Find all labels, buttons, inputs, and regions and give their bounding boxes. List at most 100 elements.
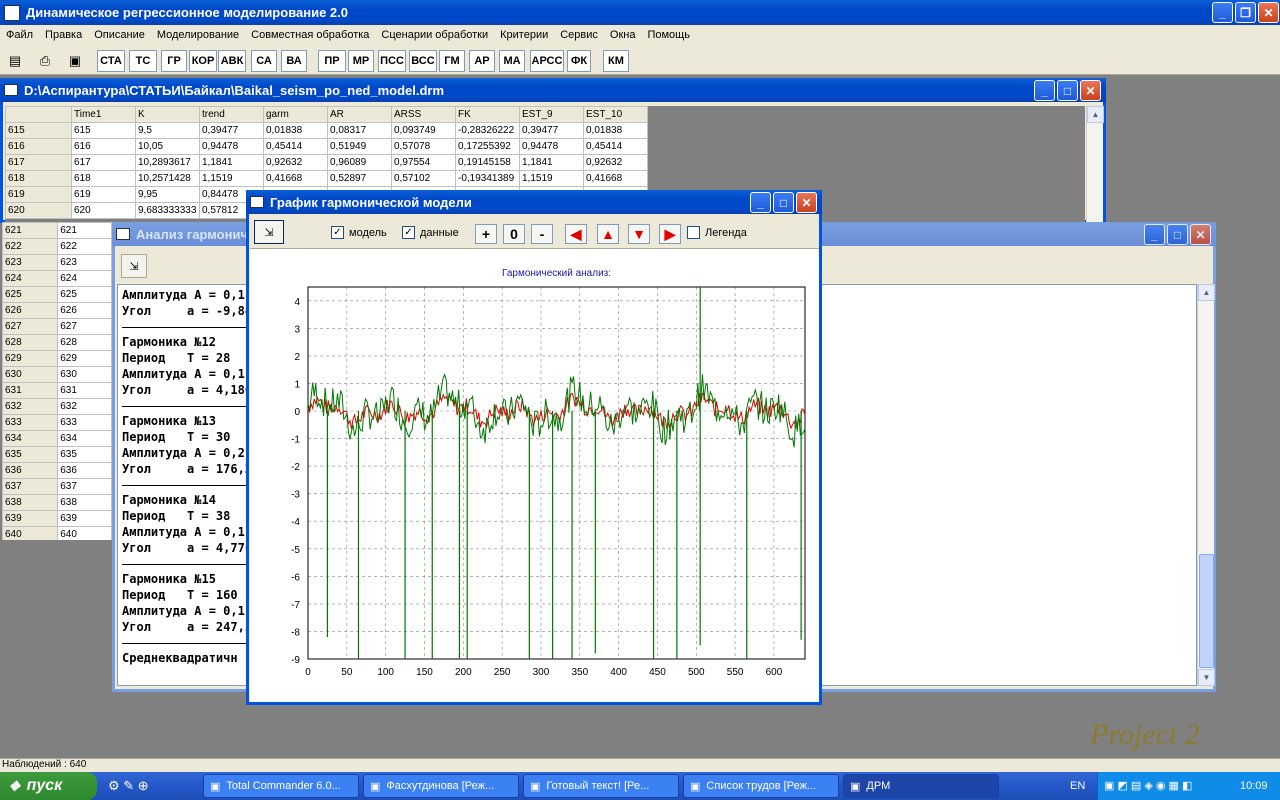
table-cell[interactable]: 0,92632 — [263, 154, 328, 171]
table-cell[interactable]: 619 — [71, 186, 136, 203]
table-cell[interactable]: 632 — [57, 398, 112, 415]
toolbar-button-13[interactable]: МА — [499, 50, 525, 72]
menu-item-5[interactable]: Сценарии обработки — [375, 29, 494, 41]
table-row[interactable]: 615 615 9,5 0,39477 0,01838 0,08317 0,093749 -0… — [5, 122, 648, 139]
checkbox-legend[interactable]: Легенда — [687, 226, 747, 239]
new-document-icon[interactable]: ▤ — [4, 50, 26, 72]
column-header[interactable]: trend — [199, 106, 264, 123]
row-header[interactable]: 617 — [5, 154, 72, 171]
scroll-thumb[interactable] — [1199, 554, 1214, 668]
toolbar-button-0[interactable]: СТА — [97, 50, 125, 72]
table-cell[interactable]: 633 — [57, 414, 112, 431]
taskbar-task[interactable]: ▣ Готовый текст! [Ре... — [523, 774, 679, 798]
table-cell[interactable]: 0,01838 — [263, 122, 328, 139]
table-cell[interactable]: 0,51949 — [327, 138, 392, 155]
taskbar-task[interactable]: ▣ ДРМ — [843, 774, 999, 798]
row-header[interactable]: 619 — [5, 186, 72, 203]
row-header[interactable]: 627 — [2, 318, 59, 335]
analysis-vertical-scrollbar[interactable]: ▲ ▼ — [1197, 284, 1215, 686]
table-cell[interactable]: 9,95 — [135, 186, 200, 203]
table-row[interactable]: 616 616 10,05 0,94478 0,45414 0,51949 0,57078 0… — [5, 138, 648, 155]
column-header[interactable]: Time1 — [71, 106, 136, 123]
toolbar-button-5[interactable]: СА — [251, 50, 277, 72]
save-icon[interactable]: ▣ — [64, 50, 86, 72]
chart-window-maximize-button[interactable]: □ — [773, 192, 794, 213]
tray-icons[interactable]: ▣ ◩ ▤ ◈ ◉ ▦ ◧ — [1104, 779, 1192, 792]
table-row[interactable]: 626 626 — [2, 302, 112, 319]
row-header[interactable]: 616 — [5, 138, 72, 155]
table-cell[interactable]: 620 — [71, 202, 136, 219]
table-row[interactable]: 627 627 — [2, 318, 112, 335]
row-header[interactable]: 623 — [2, 254, 59, 271]
toolbar-button-1[interactable]: ТС — [129, 50, 157, 72]
checkbox-data[interactable]: ✓ данные — [402, 226, 459, 239]
table-cell[interactable]: 625 — [57, 286, 112, 303]
table-cell[interactable]: 0,94478 — [199, 138, 264, 155]
table-cell[interactable]: 1,1519 — [519, 170, 584, 187]
row-header[interactable]: 639 — [2, 510, 59, 527]
zoom-in-button[interactable]: + — [475, 224, 497, 244]
scroll-up-icon[interactable]: ▲ — [1087, 106, 1104, 123]
arrow-up-icon[interactable]: ▲ — [597, 224, 619, 244]
table-cell[interactable]: 0,57102 — [391, 170, 456, 187]
table-cell[interactable]: 0,52897 — [327, 170, 392, 187]
row-header[interactable]: 635 — [2, 446, 59, 463]
menu-item-4[interactable]: Совместная обработка — [245, 29, 375, 41]
row-header[interactable]: 624 — [2, 270, 59, 287]
table-cell[interactable]: 624 — [57, 270, 112, 287]
table-row[interactable]: 622 622 — [2, 238, 112, 255]
table-row[interactable]: 638 638 — [2, 494, 112, 511]
table-cell[interactable]: 618 — [71, 170, 136, 187]
table-cell[interactable]: 9,5 — [135, 122, 200, 139]
menu-item-0[interactable]: Файл — [0, 29, 39, 41]
column-header[interactable]: EST_9 — [519, 106, 584, 123]
table-row[interactable]: 634 634 — [2, 430, 112, 447]
row-header[interactable]: 633 — [2, 414, 59, 431]
row-header[interactable]: 615 — [5, 122, 72, 139]
table-row[interactable]: 617 617 10,2893617 1,1841 0,92632 0,96089 0,97… — [5, 154, 648, 171]
scroll-down-icon[interactable]: ▼ — [1198, 669, 1215, 686]
row-header[interactable]: 622 — [2, 238, 59, 255]
toolbar-button-12[interactable]: АР — [469, 50, 495, 72]
menu-item-1[interactable]: Правка — [39, 29, 88, 41]
table-cell[interactable]: 640 — [57, 526, 112, 540]
row-header[interactable]: 626 — [2, 302, 59, 319]
toolbar-button-2[interactable]: ГР — [161, 50, 187, 72]
table-cell[interactable]: 0,45414 — [583, 138, 648, 155]
arrow-down-icon[interactable]: ▼ — [628, 224, 650, 244]
table-cell[interactable]: -0,28326222 — [455, 122, 520, 139]
table-row[interactable]: 618 618 10,2571428 1,1519 0,41668 0,52897 0,57… — [5, 170, 648, 187]
table-cell[interactable]: 0,39477 — [519, 122, 584, 139]
table-row[interactable]: 625 625 — [2, 286, 112, 303]
data-window-close-button[interactable]: ✕ — [1080, 80, 1101, 101]
table-cell[interactable]: 629 — [57, 350, 112, 367]
table-cell[interactable]: 1,1841 — [199, 154, 264, 171]
quick-launch-icon[interactable]: ⚙ ✎ ⊕ — [108, 778, 149, 793]
table-cell[interactable]: 9,683333333 — [135, 202, 200, 219]
table-cell[interactable]: 0,41668 — [263, 170, 328, 187]
row-header[interactable]: 638 — [2, 494, 59, 511]
toolbar-button-16[interactable]: КМ — [603, 50, 629, 72]
menu-item-8[interactable]: Окна — [604, 29, 642, 41]
toolbar-button-3[interactable]: КОР — [189, 50, 217, 72]
table-cell[interactable]: 1,1519 — [199, 170, 264, 187]
table-row[interactable]: 629 629 — [2, 350, 112, 367]
row-header[interactable]: 631 — [2, 382, 59, 399]
table-cell[interactable]: -0,19341389 — [455, 170, 520, 187]
table-cell[interactable]: 0,19145158 — [455, 154, 520, 171]
toolbar-button-10[interactable]: ВСС — [409, 50, 437, 72]
table-cell[interactable]: 622 — [57, 238, 112, 255]
analysis-window-close-button[interactable]: ✕ — [1190, 224, 1211, 245]
table-cell[interactable]: 617 — [71, 154, 136, 171]
table-cell[interactable]: 0,92632 — [583, 154, 648, 171]
analysis-window-minimize-button[interactable]: _ — [1144, 224, 1165, 245]
zoom-out-button[interactable]: - — [531, 224, 553, 244]
toolbar-button-6[interactable]: ВА — [281, 50, 307, 72]
data-window-maximize-button[interactable]: □ — [1057, 80, 1078, 101]
toolbar-button-14[interactable]: АРСС — [530, 50, 564, 72]
taskbar-task[interactable]: ▣ Фасхутдинова [Реж... — [363, 774, 519, 798]
row-header[interactable]: 637 — [2, 478, 59, 495]
table-cell[interactable]: 0,08317 — [327, 122, 392, 139]
toolbar-button-7[interactable]: ПР — [318, 50, 346, 72]
column-header[interactable]: ARSS — [391, 106, 456, 123]
